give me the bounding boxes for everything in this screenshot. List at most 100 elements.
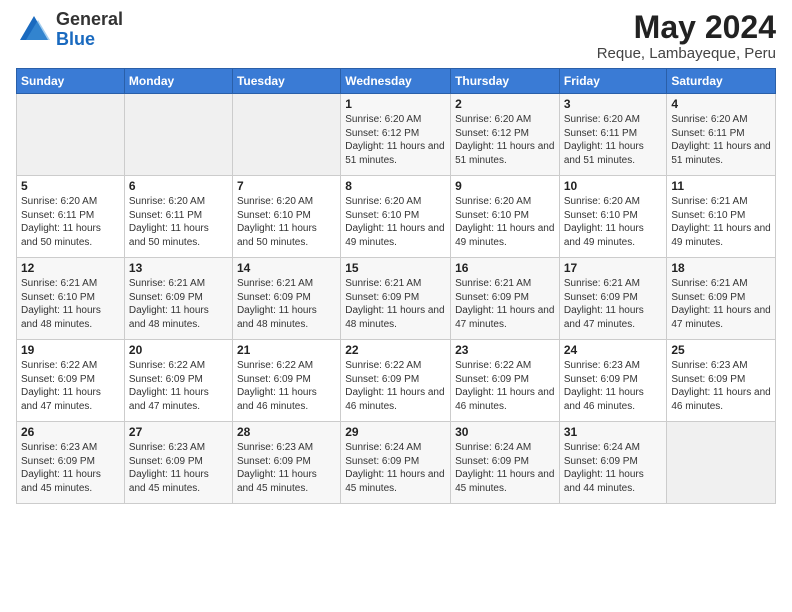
day-number: 11 [671,179,771,193]
day-info: Sunrise: 6:22 AMSunset: 6:09 PMDaylight:… [455,359,555,413]
day-info: Sunrise: 6:22 AMSunset: 6:09 PMDaylight:… [237,359,336,413]
logo-general: General [56,10,123,30]
header-tuesday: Tuesday [232,69,340,94]
table-row: 6 Sunrise: 6:20 AMSunset: 6:11 PMDaylight… [124,176,232,258]
day-number: 29 [345,425,446,439]
header-sunday: Sunday [17,69,125,94]
day-number: 9 [455,179,555,193]
day-number: 23 [455,343,555,357]
day-number: 5 [21,179,120,193]
calendar-week-2: 12Sunrise: 6:21 AMSunset: 6:10 PMDayligh… [17,258,776,340]
table-row: 28 Sunrise: 6:23 AMSunset: 6:09 PMDayligh… [232,422,340,504]
day-info: Sunrise: 6:20 AMSunset: 6:12 PMDaylight:… [455,113,555,167]
table-row: 26 Sunrise: 6:23 AMSunset: 6:09 PMDayligh… [17,422,125,504]
day-info: Sunrise: 6:24 AMSunset: 6:09 PMDaylight:… [564,441,663,495]
day-number: 24 [564,343,663,357]
table-row: 24 Sunrise: 6:23 AMSunset: 6:09 PMDayligh… [559,340,667,422]
day-number: 26 [21,425,120,439]
calendar-week-3: 19 Sunrise: 6:22 AMSunset: 6:09 PMDayligh… [17,340,776,422]
day-info: Sunrise: 6:21 AMSunset: 6:10 PMDaylight:… [671,195,771,249]
day-info: Sunrise: 6:22 AMSunset: 6:09 PMDaylight:… [21,359,120,413]
header-monday: Monday [124,69,232,94]
day-info: Sunrise: 6:23 AMSunset: 6:09 PMDaylight:… [237,441,336,495]
day-number: 17 [564,261,663,275]
calendar: Sunday Monday Tuesday Wednesday Thursday… [16,68,776,504]
table-row: 16 Sunrise: 6:21 AMSunset: 6:09 PMDayligh… [451,258,560,340]
header-friday: Friday [559,69,667,94]
table-row: 14 Sunrise: 6:21 AMSunset: 6:09 PMDayligh… [232,258,340,340]
day-number: 3 [564,97,663,111]
table-row: 22Sunrise: 6:22 AMSunset: 6:09 PMDayligh… [341,340,451,422]
day-info: Sunrise: 6:21 AMSunset: 6:09 PMDaylight:… [345,277,446,331]
table-row: 7Sunrise: 6:20 AMSunset: 6:10 PMDaylight… [232,176,340,258]
table-row [17,94,125,176]
table-row: 13Sunrise: 6:21 AMSunset: 6:09 PMDayligh… [124,258,232,340]
table-row: 12Sunrise: 6:21 AMSunset: 6:10 PMDayligh… [17,258,125,340]
day-info: Sunrise: 6:21 AMSunset: 6:09 PMDaylight:… [564,277,663,331]
table-row: 2 Sunrise: 6:20 AMSunset: 6:12 PMDaylight… [451,94,560,176]
day-number: 4 [671,97,771,111]
day-number: 15 [345,261,446,275]
table-row: 19 Sunrise: 6:22 AMSunset: 6:09 PMDayligh… [17,340,125,422]
table-row: 15 Sunrise: 6:21 AMSunset: 6:09 PMDayligh… [341,258,451,340]
logo-text: General Blue [56,10,123,50]
day-number: 18 [671,261,771,275]
day-number: 8 [345,179,446,193]
weekday-header-row: Sunday Monday Tuesday Wednesday Thursday… [17,69,776,94]
calendar-week-4: 26 Sunrise: 6:23 AMSunset: 6:09 PMDayligh… [17,422,776,504]
page: General Blue May 2024 Reque, Lambayeque,… [0,0,792,612]
header-thursday: Thursday [451,69,560,94]
table-row: 5Sunrise: 6:20 AMSunset: 6:11 PMDaylight… [17,176,125,258]
day-info: Sunrise: 6:21 AMSunset: 6:09 PMDaylight:… [455,277,555,331]
day-number: 30 [455,425,555,439]
day-number: 25 [671,343,771,357]
logo-icon [16,12,52,48]
day-number: 16 [455,261,555,275]
day-number: 19 [21,343,120,357]
table-row: 27Sunrise: 6:23 AMSunset: 6:09 PMDayligh… [124,422,232,504]
main-title: May 2024 [597,10,776,45]
day-info: Sunrise: 6:23 AMSunset: 6:09 PMDaylight:… [21,441,120,495]
day-info: Sunrise: 6:21 AMSunset: 6:10 PMDaylight:… [21,277,120,331]
day-info: Sunrise: 6:21 AMSunset: 6:09 PMDaylight:… [237,277,336,331]
day-info: Sunrise: 6:20 AMSunset: 6:11 PMDaylight:… [129,195,228,249]
table-row: 31 Sunrise: 6:24 AMSunset: 6:09 PMDayligh… [559,422,667,504]
day-info: Sunrise: 6:24 AMSunset: 6:09 PMDaylight:… [345,441,446,495]
day-number: 31 [564,425,663,439]
day-info: Sunrise: 6:22 AMSunset: 6:09 PMDaylight:… [129,359,228,413]
day-number: 2 [455,97,555,111]
day-info: Sunrise: 6:20 AMSunset: 6:12 PMDaylight:… [345,113,446,167]
day-info: Sunrise: 6:24 AMSunset: 6:09 PMDaylight:… [455,441,555,495]
table-row: 29 Sunrise: 6:24 AMSunset: 6:09 PMDayligh… [341,422,451,504]
table-row: 17 Sunrise: 6:21 AMSunset: 6:09 PMDayligh… [559,258,667,340]
day-number: 6 [129,179,228,193]
day-number: 1 [345,97,446,111]
table-row: 21Sunrise: 6:22 AMSunset: 6:09 PMDayligh… [232,340,340,422]
table-row: 30 Sunrise: 6:24 AMSunset: 6:09 PMDayligh… [451,422,560,504]
table-row: 25 Sunrise: 6:23 AMSunset: 6:09 PMDayligh… [667,340,776,422]
day-number: 10 [564,179,663,193]
table-row: 3Sunrise: 6:20 AMSunset: 6:11 PMDaylight… [559,94,667,176]
day-number: 14 [237,261,336,275]
day-number: 20 [129,343,228,357]
day-info: Sunrise: 6:21 AMSunset: 6:09 PMDaylight:… [671,277,771,331]
table-row: 11 Sunrise: 6:21 AMSunset: 6:10 PMDayligh… [667,176,776,258]
calendar-week-0: 1 Sunrise: 6:20 AMSunset: 6:12 PMDaylight… [17,94,776,176]
day-info: Sunrise: 6:23 AMSunset: 6:09 PMDaylight:… [129,441,228,495]
logo: General Blue [16,10,123,50]
day-number: 28 [237,425,336,439]
table-row [667,422,776,504]
day-number: 7 [237,179,336,193]
header: General Blue May 2024 Reque, Lambayeque,… [16,10,776,62]
header-wednesday: Wednesday [341,69,451,94]
day-info: Sunrise: 6:23 AMSunset: 6:09 PMDaylight:… [671,359,771,413]
table-row: 8 Sunrise: 6:20 AMSunset: 6:10 PMDaylight… [341,176,451,258]
table-row: 18 Sunrise: 6:21 AMSunset: 6:09 PMDayligh… [667,258,776,340]
day-number: 22 [345,343,446,357]
day-info: Sunrise: 6:20 AMSunset: 6:10 PMDaylight:… [345,195,446,249]
table-row: 1 Sunrise: 6:20 AMSunset: 6:12 PMDaylight… [341,94,451,176]
table-row [124,94,232,176]
day-info: Sunrise: 6:23 AMSunset: 6:09 PMDaylight:… [564,359,663,413]
table-row: 9Sunrise: 6:20 AMSunset: 6:10 PMDaylight… [451,176,560,258]
day-info: Sunrise: 6:21 AMSunset: 6:09 PMDaylight:… [129,277,228,331]
